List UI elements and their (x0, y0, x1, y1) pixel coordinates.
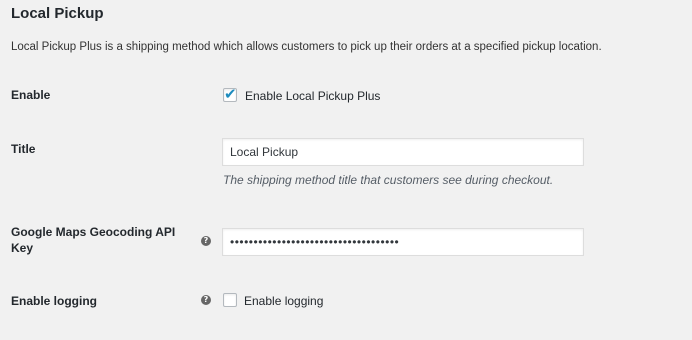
api-key-label-line1: Google Maps Geocoding API (11, 225, 176, 239)
help-tip-icon[interactable]: ? (201, 236, 211, 246)
title-description: The shipping method title that customers… (223, 173, 554, 187)
logging-checkbox-label[interactable]: Enable logging (244, 294, 323, 308)
local-pickup-settings: Local Pickup Local Pickup Plus is a ship… (0, 0, 692, 340)
checkmark-icon: ✔ (224, 85, 237, 103)
enable-checkbox[interactable]: ✔ (223, 85, 237, 103)
api-key-label: Google Maps Geocoding API Key (11, 224, 175, 256)
api-key-input[interactable] (222, 228, 584, 256)
logging-checkbox[interactable] (223, 293, 237, 307)
title-label: Title (11, 142, 36, 156)
api-key-label-line2: Key (11, 241, 34, 255)
logging-label: Enable logging (11, 294, 97, 308)
section-title: Local Pickup (11, 5, 104, 22)
title-input[interactable] (222, 138, 584, 166)
section-description: Local Pickup Plus is a shipping method w… (11, 41, 602, 53)
enable-checkbox-label[interactable]: Enable Local Pickup Plus (245, 89, 380, 103)
enable-label: Enable (11, 88, 51, 102)
help-tip-icon[interactable]: ? (201, 295, 211, 305)
